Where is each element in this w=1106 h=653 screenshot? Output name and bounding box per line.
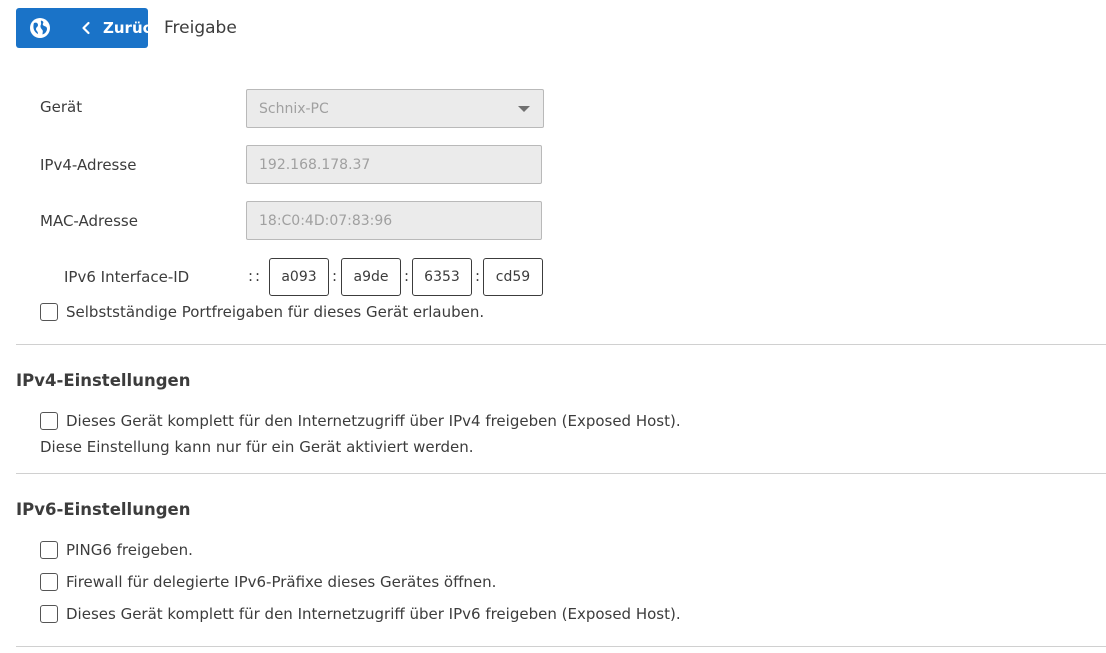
ipv6-settings-heading: IPv6-Einstellungen: [16, 500, 191, 519]
ipv6-prefix: ::: [248, 267, 263, 285]
back-button[interactable]: Zurück: [16, 8, 162, 48]
ipv6-part-4-input[interactable]: cd59: [483, 258, 543, 296]
ipv6-firewall-label: Firewall für delegierte IPv6-Präfixe die…: [66, 573, 497, 591]
page-title: Freigabe: [164, 18, 237, 38]
back-button-label: Zurück: [103, 19, 162, 37]
ping6-checkbox[interactable]: [40, 541, 58, 559]
ipv4-label: IPv4-Adresse: [40, 156, 137, 174]
chevron-left-icon: [82, 21, 90, 35]
dropdown-caret-icon: [518, 106, 530, 112]
ipv6-separator: :: [332, 267, 338, 285]
ipv4-field: 192.168.178.37: [246, 145, 542, 184]
ipv6-part-2-input[interactable]: a9de: [341, 258, 401, 296]
ipv4-exposed-host-label: Dieses Gerät komplett für den Internetzu…: [66, 412, 681, 430]
ipv6-exposed-host-checkbox[interactable]: [40, 605, 58, 623]
ipv6-separator: :: [475, 267, 481, 285]
ipv6-part-1-input[interactable]: a093: [269, 258, 329, 296]
port-forwarding-checkbox[interactable]: [40, 303, 58, 321]
device-label: Gerät: [40, 98, 83, 116]
divider: [16, 646, 1106, 647]
globe-icon: [30, 18, 50, 38]
ipv6-interface-id-label: IPv6 Interface-ID: [64, 268, 190, 286]
ipv4-settings-heading: IPv4-Einstellungen: [16, 371, 191, 390]
divider: [16, 473, 1106, 474]
ping6-label: PING6 freigeben.: [66, 541, 193, 559]
ipv4-value: 192.168.178.37: [259, 156, 371, 173]
mac-value: 18:C0:4D:07:83:96: [259, 212, 393, 229]
mac-field: 18:C0:4D:07:83:96: [246, 201, 542, 240]
ipv6-exposed-host-label: Dieses Gerät komplett für den Internetzu…: [66, 605, 681, 623]
port-forwarding-label: Selbstständige Portfreigaben für dieses …: [66, 303, 485, 321]
ipv6-firewall-checkbox[interactable]: [40, 573, 58, 591]
port-sharing-page: Zurück Freigabe Gerät Schnix-PC IPv4-Adr…: [0, 0, 1106, 653]
device-select-value: Schnix-PC: [259, 100, 329, 117]
mac-label: MAC-Adresse: [40, 212, 138, 230]
ipv6-part-3-input[interactable]: 6353: [412, 258, 472, 296]
ipv4-exposed-host-checkbox[interactable]: [40, 412, 58, 430]
device-select[interactable]: Schnix-PC: [246, 89, 544, 128]
ipv4-exposed-host-note: Diese Einstellung kann nur für ein Gerät…: [40, 438, 474, 456]
divider: [16, 344, 1106, 345]
ipv6-separator: :: [404, 267, 410, 285]
